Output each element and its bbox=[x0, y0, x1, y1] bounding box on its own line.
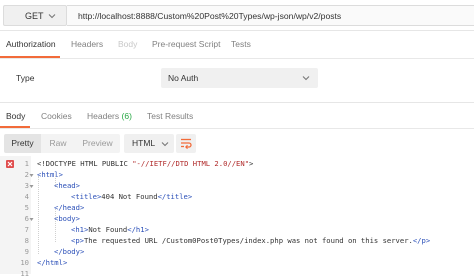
code-text: <!DOCTYPE HTML PUBLIC "-//IETF//DTD HTML… bbox=[37, 159, 253, 168]
view-preview-button[interactable]: Preview bbox=[75, 134, 120, 153]
headers-count: (6) bbox=[121, 111, 132, 121]
code-line: 8 <p>The requested URL /Custom0Post0Type… bbox=[0, 236, 474, 247]
code-line: 1 <!DOCTYPE HTML PUBLIC "-//IETF//DTD HT… bbox=[0, 159, 474, 170]
line-number: 5 bbox=[24, 203, 29, 212]
method-select[interactable]: GET bbox=[3, 5, 67, 26]
tab-test-results[interactable]: Test Results bbox=[147, 111, 193, 121]
code-line: 2 <html> bbox=[0, 170, 474, 181]
section-divider bbox=[0, 102, 474, 103]
active-response-tab-indicator bbox=[0, 126, 30, 128]
chevron-down-icon bbox=[48, 14, 56, 19]
format-label: HTML bbox=[132, 138, 156, 148]
view-raw-button[interactable]: Raw bbox=[41, 134, 75, 153]
url-input[interactable]: http://localhost:8888/Custom%20Post%20Ty… bbox=[67, 5, 474, 26]
code-line: 9 </body> bbox=[0, 247, 474, 258]
code-string: "-//IETF//DTD HTML 2.0//EN" bbox=[132, 159, 250, 168]
tab-response-body[interactable]: Body bbox=[6, 111, 25, 121]
error-icon bbox=[6, 160, 14, 168]
code-text: 404 Not Found bbox=[101, 192, 158, 201]
auth-type-value: No Auth bbox=[168, 73, 199, 83]
code-line: 10 </html> bbox=[0, 258, 474, 269]
code-line: 6 <body> bbox=[0, 214, 474, 225]
chevron-down-icon bbox=[161, 142, 169, 147]
code-tag: </html> bbox=[37, 258, 68, 267]
code-text: <h1>Not Found</h1> bbox=[71, 225, 149, 234]
view-pretty-button[interactable]: Pretty bbox=[4, 134, 41, 153]
tab-cookies[interactable]: Cookies bbox=[41, 111, 72, 121]
tab-headers[interactable]: Headers bbox=[71, 39, 103, 49]
code-text: <p>The requested URL /Custom0Post0Types/… bbox=[71, 236, 430, 245]
tab-tests[interactable]: Tests bbox=[231, 39, 251, 49]
code-text: <!DOCTYPE HTML PUBLIC bbox=[37, 159, 133, 168]
code-tag: </body> bbox=[54, 247, 85, 256]
line-number: 9 bbox=[24, 247, 29, 256]
request-tabs: Authorization Headers Body Pre-request S… bbox=[0, 30, 474, 59]
code-tag: </h1> bbox=[127, 225, 149, 234]
code-tag: <head> bbox=[54, 181, 80, 190]
code-tag: </head> bbox=[54, 203, 85, 212]
format-select[interactable]: HTML bbox=[124, 134, 174, 153]
line-number: 1 bbox=[24, 159, 29, 168]
auth-type-label: Type bbox=[16, 73, 35, 83]
code-text: > bbox=[249, 159, 254, 168]
fold-arrow-icon[interactable] bbox=[29, 173, 34, 178]
code-line: 3 <head> bbox=[0, 181, 474, 192]
line-number: 4 bbox=[24, 192, 29, 201]
line-number: 8 bbox=[24, 236, 29, 245]
code-tag: </title> bbox=[157, 192, 193, 201]
line-number: 3 bbox=[24, 181, 29, 190]
line-number: 7 bbox=[24, 225, 29, 234]
response-tabs: Body Cookies Headers (6) Test Results bbox=[0, 104, 474, 129]
response-headers-label: Headers bbox=[87, 111, 120, 121]
fold-arrow-icon[interactable] bbox=[29, 184, 34, 189]
tab-body[interactable]: Body bbox=[118, 39, 137, 49]
code-line: 5 </head> bbox=[0, 203, 474, 214]
response-toolbar: Pretty Raw Preview HTML bbox=[0, 131, 474, 156]
tab-response-headers[interactable]: Headers (6) bbox=[87, 111, 132, 121]
chevron-down-icon bbox=[302, 76, 310, 81]
code-tag: <title> bbox=[71, 192, 102, 201]
fold-arrow-icon[interactable] bbox=[29, 217, 34, 222]
code-line: 7 <h1>Not Found</h1> bbox=[0, 225, 474, 236]
tab-authorization[interactable]: Authorization bbox=[6, 39, 56, 49]
code-tag: <html> bbox=[37, 170, 63, 179]
code-text: Not Found bbox=[88, 225, 128, 234]
request-url-bar: GET http://localhost:8888/Custom%20Post%… bbox=[0, 0, 474, 31]
line-number: 10 bbox=[20, 258, 29, 267]
code-text: <title>404 Not Found</title> bbox=[71, 192, 192, 201]
wrap-lines-icon bbox=[181, 138, 192, 149]
url-text: http://localhost:8888/Custom%20Post%20Ty… bbox=[78, 11, 342, 21]
code-text: The requested URL /Custom0Post0Types/ind… bbox=[83, 236, 413, 245]
code-tag: </p> bbox=[412, 236, 431, 245]
active-tab-indicator bbox=[0, 56, 60, 58]
line-number: 6 bbox=[24, 214, 29, 223]
code-tag: <p> bbox=[71, 236, 84, 245]
code-tag: <body> bbox=[54, 214, 80, 223]
code-line: 11 bbox=[0, 269, 474, 280]
method-label: GET bbox=[25, 11, 44, 21]
auth-type-select[interactable]: No Auth bbox=[161, 68, 318, 88]
line-number: 2 bbox=[24, 170, 29, 179]
tab-pre-request-script[interactable]: Pre-request Script bbox=[152, 39, 221, 49]
wrap-lines-button[interactable] bbox=[176, 134, 196, 153]
code-tag: <h1> bbox=[71, 225, 89, 234]
response-code-viewer[interactable]: 1 <!DOCTYPE HTML PUBLIC "-//IETF//DTD HT… bbox=[0, 156, 474, 278]
code-line: 4 <title>404 Not Found</title> bbox=[0, 192, 474, 203]
